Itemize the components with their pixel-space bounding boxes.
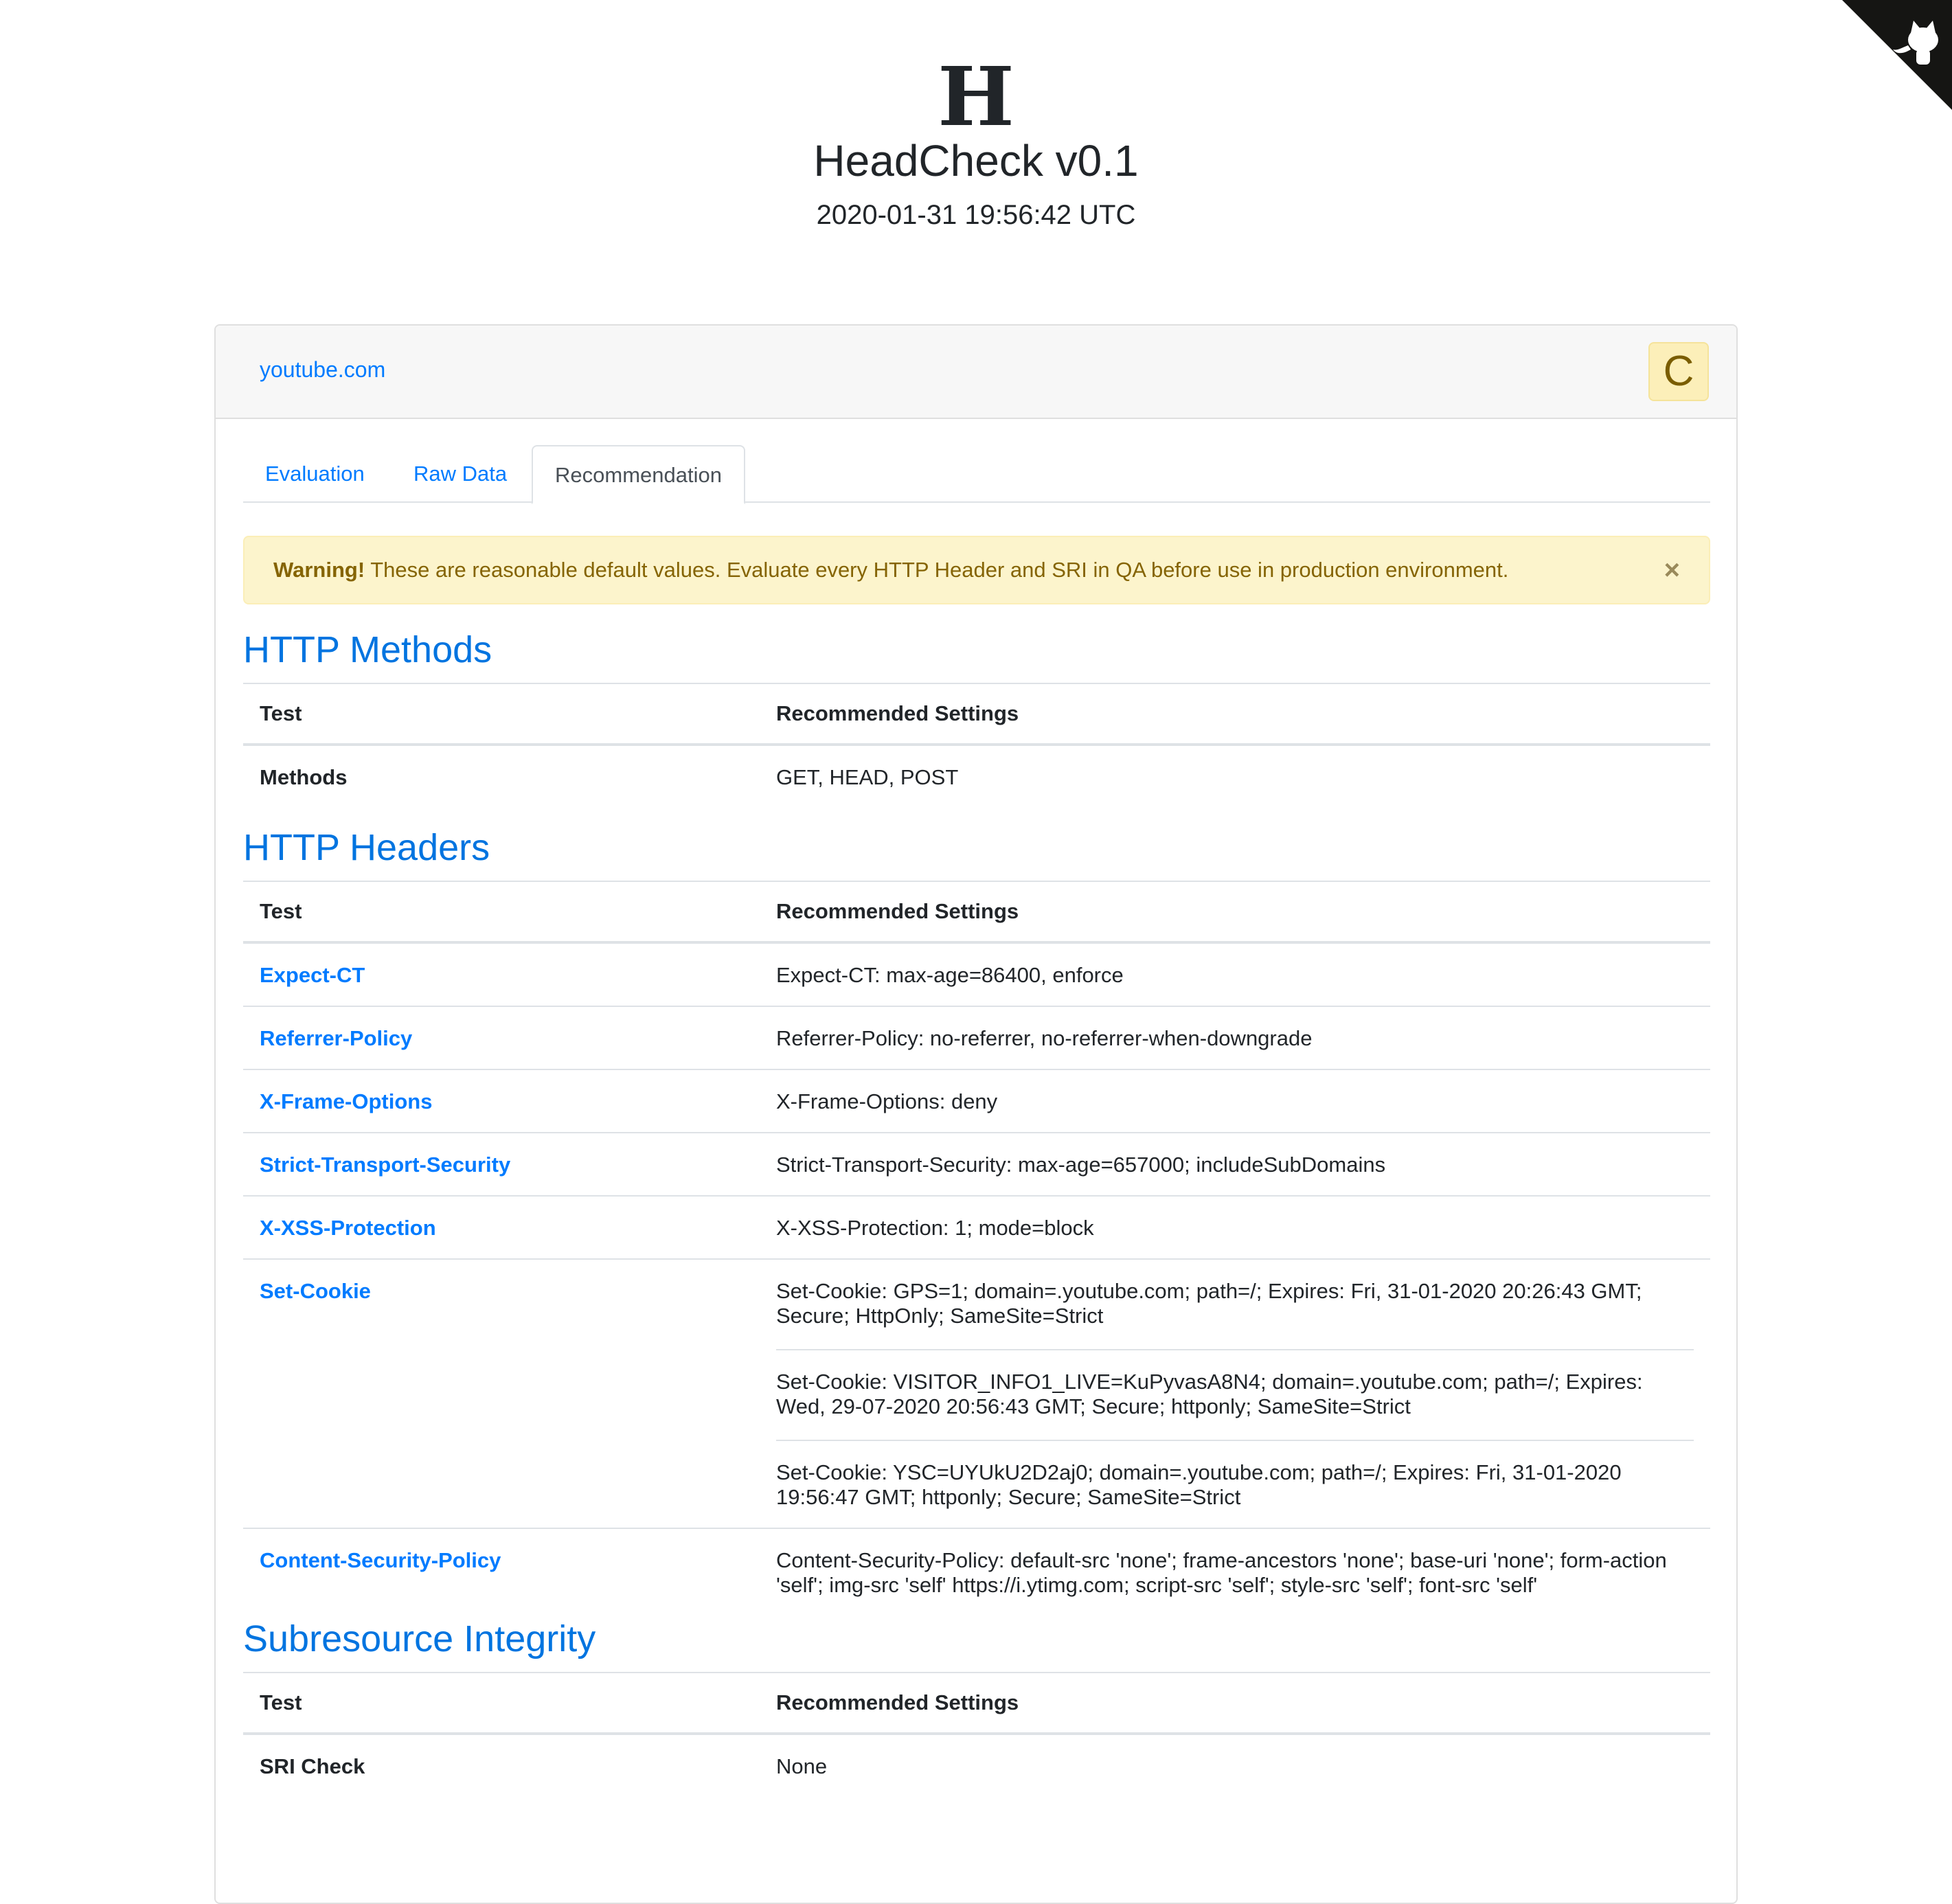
result-card: youtube.com C Evaluation Raw Data Recomm… [214, 324, 1738, 1904]
section-title-http-methods: HTTP Methods [243, 629, 492, 670]
card-header: youtube.com C [216, 326, 1736, 419]
sri-table: Test Recommended Settings SRI Check None [243, 1672, 1710, 1797]
recommended-value: GET, HEAD, POST [776, 765, 959, 789]
recommended-value: Strict-Transport-Security: max-age=65700… [760, 1132, 1710, 1196]
alert-text: These are reasonable default values. Eva… [365, 558, 1509, 582]
column-header-test: Test [243, 1672, 760, 1735]
table-row: X-Frame-Options X-Frame-Options: deny [243, 1069, 1710, 1133]
alert-strong: Warning! [273, 558, 365, 582]
table-row: Expect-CT Expect-CT: max-age=86400, enfo… [243, 942, 1710, 1006]
recommended-value: Content-Security-Policy: default-src 'no… [760, 1528, 1710, 1616]
test-name: SRI Check [260, 1754, 365, 1778]
header-link-set-cookie[interactable]: Set-Cookie [260, 1279, 371, 1303]
column-header-recommended: Recommended Settings [760, 683, 1710, 746]
cookie-value: Set-Cookie: VISITOR_INFO1_LIVE=KuPyvasA8… [776, 1349, 1694, 1419]
header-link-strict-transport-security[interactable]: Strict-Transport-Security [260, 1153, 510, 1177]
header-link-referrer-policy[interactable]: Referrer-Policy [260, 1026, 412, 1050]
section-title-sri: Subresource Integrity [243, 1618, 596, 1659]
table-row: Content-Security-Policy Content-Security… [243, 1528, 1710, 1616]
table-row: Set-Cookie Set-Cookie: GPS=1; domain=.yo… [243, 1258, 1710, 1528]
domain-link[interactable]: youtube.com [260, 356, 385, 383]
table-row: Referrer-Policy Referrer-Policy: no-refe… [243, 1006, 1710, 1069]
scan-timestamp: 2020-01-31 19:56:42 UTC [816, 200, 1136, 230]
tab-bar: Evaluation Raw Data Recommendation [243, 445, 1710, 504]
methods-table: Test Recommended Settings Methods GET, H… [243, 683, 1710, 808]
app-title: HeadCheck v0.1 [813, 136, 1139, 185]
table-row: X-XSS-Protection X-XSS-Protection: 1; mo… [243, 1195, 1710, 1259]
column-header-test: Test [243, 881, 760, 944]
close-icon[interactable]: × [1664, 537, 1680, 603]
grade-badge: C [1648, 342, 1709, 401]
header-link-x-xss-protection[interactable]: X-XSS-Protection [260, 1216, 436, 1240]
table-row: Strict-Transport-Security Strict-Transpo… [243, 1132, 1710, 1196]
table-row: SRI Check None [243, 1734, 1710, 1797]
cookie-value: Set-Cookie: GPS=1; domain=.youtube.com; … [776, 1279, 1642, 1328]
recommended-value: Referrer-Policy: no-referrer, no-referre… [760, 1006, 1710, 1069]
tab-evaluation[interactable]: Evaluation [243, 445, 387, 503]
cookie-value: Set-Cookie: YSC=UYUkU2D2aj0; domain=.you… [776, 1440, 1694, 1510]
tab-raw-data[interactable]: Raw Data [391, 445, 529, 503]
column-header-test: Test [243, 683, 760, 746]
headers-table: Test Recommended Settings Expect-CT Expe… [243, 881, 1710, 1616]
column-header-recommended: Recommended Settings [760, 1672, 1710, 1735]
recommended-value: Expect-CT: max-age=86400, enforce [776, 963, 1124, 987]
column-header-recommended: Recommended Settings [760, 881, 1710, 944]
table-row: Methods GET, HEAD, POST [243, 745, 1710, 808]
recommended-value: X-XSS-Protection: 1; mode=block [760, 1195, 1710, 1259]
header-link-content-security-policy[interactable]: Content-Security-Policy [260, 1548, 501, 1572]
recommended-value: X-Frame-Options: deny [760, 1069, 1710, 1133]
header-link-expect-ct[interactable]: Expect-CT [260, 963, 365, 987]
test-name: Methods [260, 765, 348, 789]
header-link-x-frame-options[interactable]: X-Frame-Options [260, 1089, 432, 1113]
recommended-value: None [776, 1754, 828, 1778]
section-title-http-headers: HTTP Headers [243, 827, 490, 868]
tab-recommendation[interactable]: Recommendation [532, 445, 745, 504]
app-logo: H [938, 49, 1014, 144]
warning-alert: Warning! These are reasonable default va… [243, 536, 1710, 604]
